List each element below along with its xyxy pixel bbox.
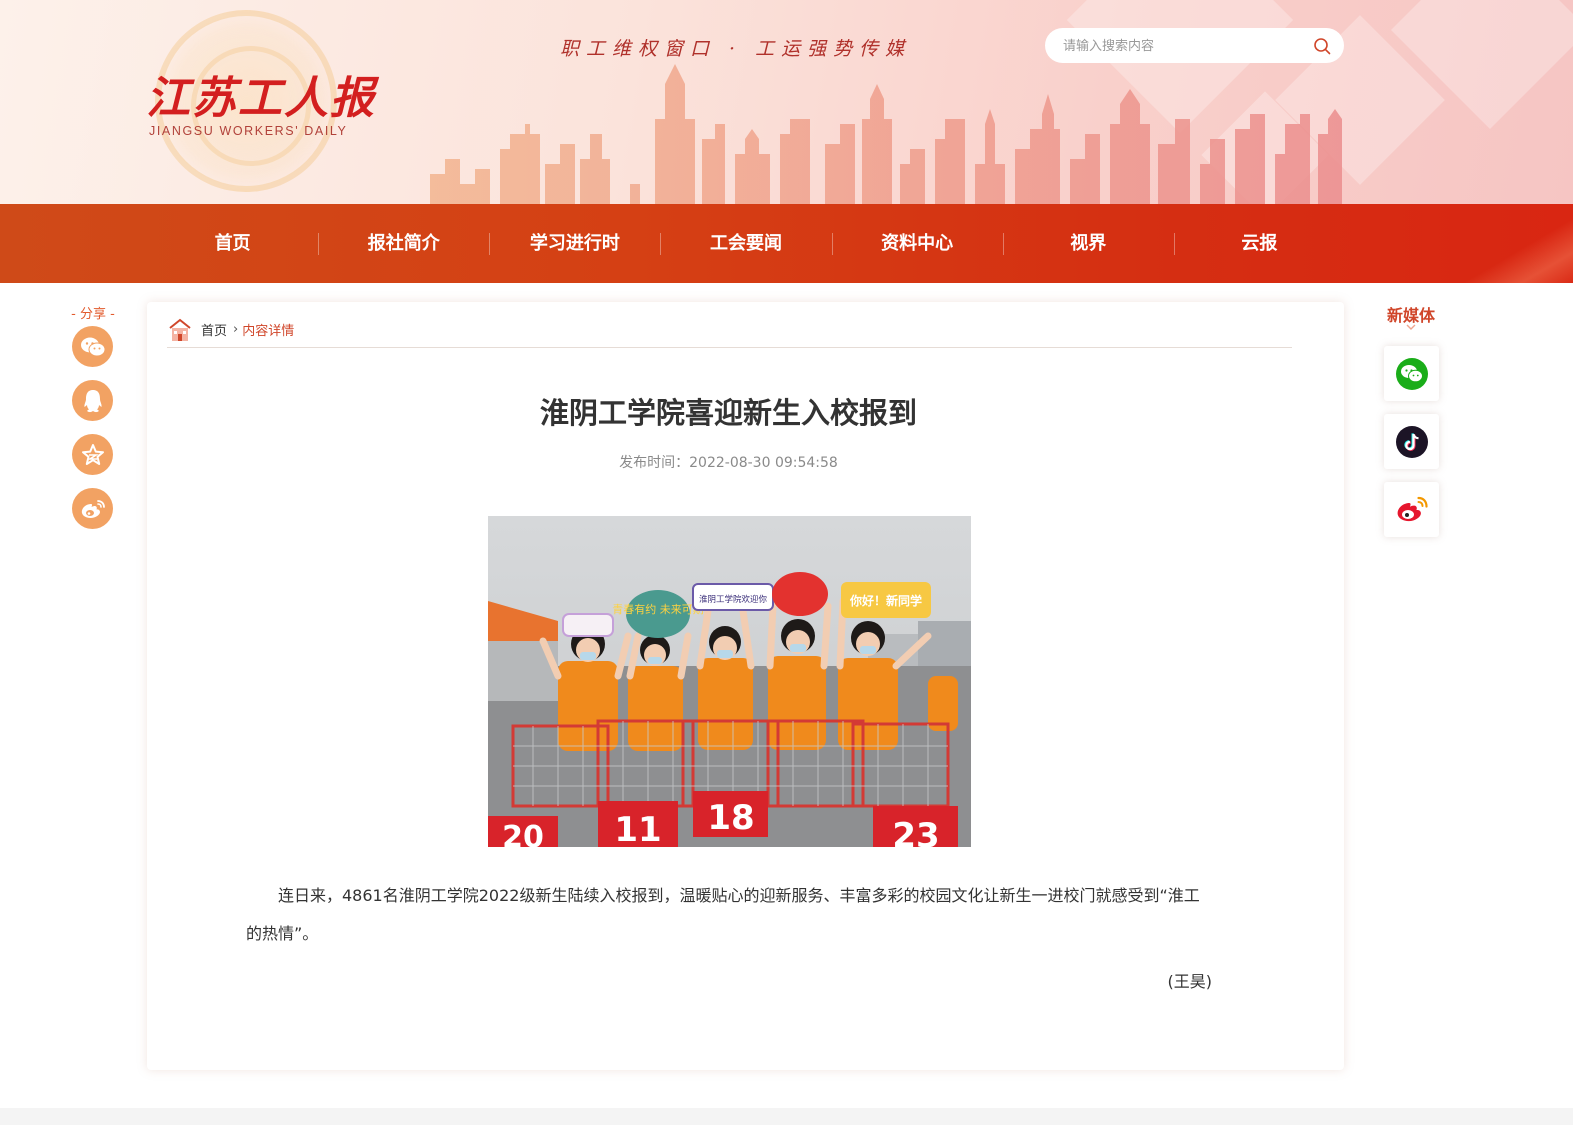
header-slogan: 职工维权窗口 · 工运强势传媒 [560, 38, 912, 60]
wechat-icon [80, 337, 105, 356]
share-qzone-button[interactable] [72, 434, 113, 475]
sign-text: 青春有约 未来可期 [612, 602, 704, 616]
article-body: 连日来，4861名淮阴工学院2022级新生陆续入校报到，温暖贴心的迎新服务、丰富… [246, 886, 1200, 943]
qzone-icon [81, 443, 104, 465]
sign-text: 你好！新同学 [849, 593, 922, 608]
nav-item-union-news[interactable]: 工会要闻 [660, 204, 831, 283]
cart-number: 20 [502, 820, 544, 847]
douyin-icon [1395, 425, 1428, 458]
main-nav: 首页 报社简介 学习进行时 工会要闻 资料中心 视界 云报 [0, 204, 1573, 283]
search-icon[interactable] [1313, 37, 1331, 55]
nav-item-study[interactable]: 学习进行时 [489, 204, 660, 283]
share-weibo-button[interactable] [72, 488, 113, 529]
site-logo[interactable]: 江苏工人报 [146, 62, 376, 126]
sign-text: 淮阴工学院欢迎你 [699, 594, 768, 605]
search-input[interactable] [1063, 28, 1308, 63]
city-skyline-illustration [430, 64, 1342, 204]
new-media-douyin-button[interactable] [1384, 414, 1439, 469]
share-qq-button[interactable] [72, 380, 113, 421]
weibo-icon [1397, 496, 1428, 521]
caret-down-icon [1406, 324, 1416, 330]
nav-item-e-paper[interactable]: 云报 [1173, 204, 1345, 283]
weibo-icon [81, 499, 105, 518]
search-box [1045, 28, 1344, 63]
cart-number: 18 [707, 798, 754, 838]
breadcrumb-current: 内容详情 [242, 324, 295, 339]
nav-item-vision[interactable]: 视界 [1002, 204, 1174, 283]
site-logo-english: JIANGSU WORKERS' DAILY [149, 124, 348, 138]
breadcrumb: 首页 › 内容详情 [167, 312, 1292, 348]
new-media-wechat-button[interactable] [1384, 346, 1439, 401]
qq-icon [83, 389, 102, 412]
nav-item-home[interactable]: 首页 [147, 204, 318, 283]
article-photo: 青春有约 未来可期 淮阴工学院欢迎你 你好！新同学 20 11 18 23 [488, 516, 971, 847]
share-wechat-button[interactable] [72, 326, 113, 367]
nav-item-resources[interactable]: 资料中心 [831, 204, 1003, 283]
cart-number: 11 [614, 810, 661, 847]
cart-number: 23 [892, 816, 939, 847]
article-byline: (王昊) [1167, 972, 1213, 991]
new-media-title: 新媒体 [1386, 306, 1435, 325]
share-title: - 分享 - [71, 307, 115, 322]
nav-item-about[interactable]: 报社简介 [318, 204, 489, 283]
article-title: 淮阴工学院喜迎新生入校报到 [539, 396, 917, 430]
footer-strip [0, 1108, 1573, 1125]
article-card: 首页 › 内容详情 淮阴工学院喜迎新生入校报到 发布时间：2022-08-30 … [147, 302, 1344, 1070]
new-media-weibo-button[interactable] [1384, 482, 1439, 537]
breadcrumb-home-link[interactable]: 首页 [201, 320, 227, 339]
home-icon [169, 318, 191, 341]
site-header: 江苏工人报 JIANGSU WORKERS' DAILY 职工维权窗口 · 工运… [0, 0, 1573, 204]
wechat-icon [1395, 357, 1428, 390]
publish-time: 发布时间：2022-08-30 09:54:58 [619, 455, 838, 471]
article-photo-illustration: 青春有约 未来可期 淮阴工学院欢迎你 你好！新同学 20 11 18 23 [488, 516, 971, 847]
breadcrumb-separator: › [233, 322, 239, 337]
